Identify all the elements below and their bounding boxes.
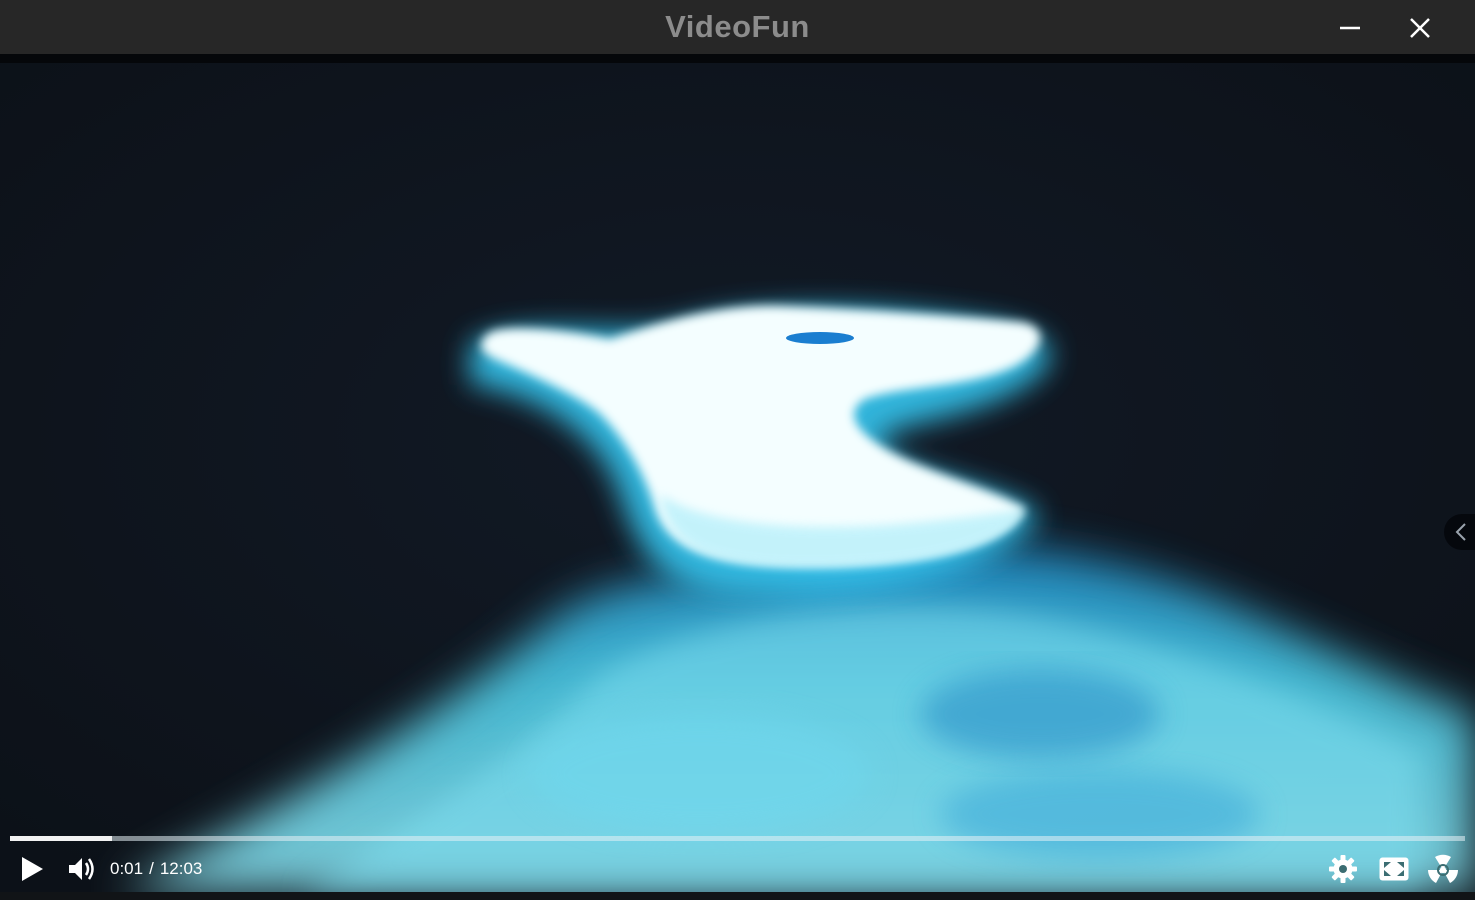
time-display: 0:01 / 12:03 xyxy=(110,859,202,879)
volume-icon xyxy=(69,858,94,880)
minimize-button[interactable] xyxy=(1330,8,1370,48)
play-button[interactable] xyxy=(14,852,50,886)
duration: 12:03 xyxy=(159,859,203,878)
close-button[interactable] xyxy=(1400,8,1440,48)
radiation-button[interactable] xyxy=(1424,851,1462,887)
play-icon xyxy=(22,857,43,881)
settings-button[interactable] xyxy=(1325,851,1361,887)
radiation-icon xyxy=(1428,854,1458,883)
gear-icon xyxy=(1329,855,1357,883)
control-bar: 0:01 / 12:03 xyxy=(0,846,1475,892)
current-time: 0:01 xyxy=(110,859,144,878)
time-separator: / xyxy=(149,859,154,878)
volume-button[interactable] xyxy=(64,852,100,886)
video-frame xyxy=(0,54,1475,892)
minimize-icon xyxy=(1340,26,1360,30)
video-viewport[interactable] xyxy=(0,54,1475,892)
fit-screen-icon xyxy=(1379,857,1409,881)
close-icon xyxy=(1410,18,1430,38)
app-title: VideoFun xyxy=(665,9,810,44)
side-panel-toggle[interactable] xyxy=(1444,514,1475,550)
seek-bar[interactable] xyxy=(10,836,1465,841)
seek-bar-played xyxy=(10,836,112,841)
fit-screen-button[interactable] xyxy=(1375,851,1413,887)
title-bar: VideoFun xyxy=(0,0,1475,54)
chevron-left-icon xyxy=(1455,523,1466,541)
bottom-edge xyxy=(0,892,1475,900)
